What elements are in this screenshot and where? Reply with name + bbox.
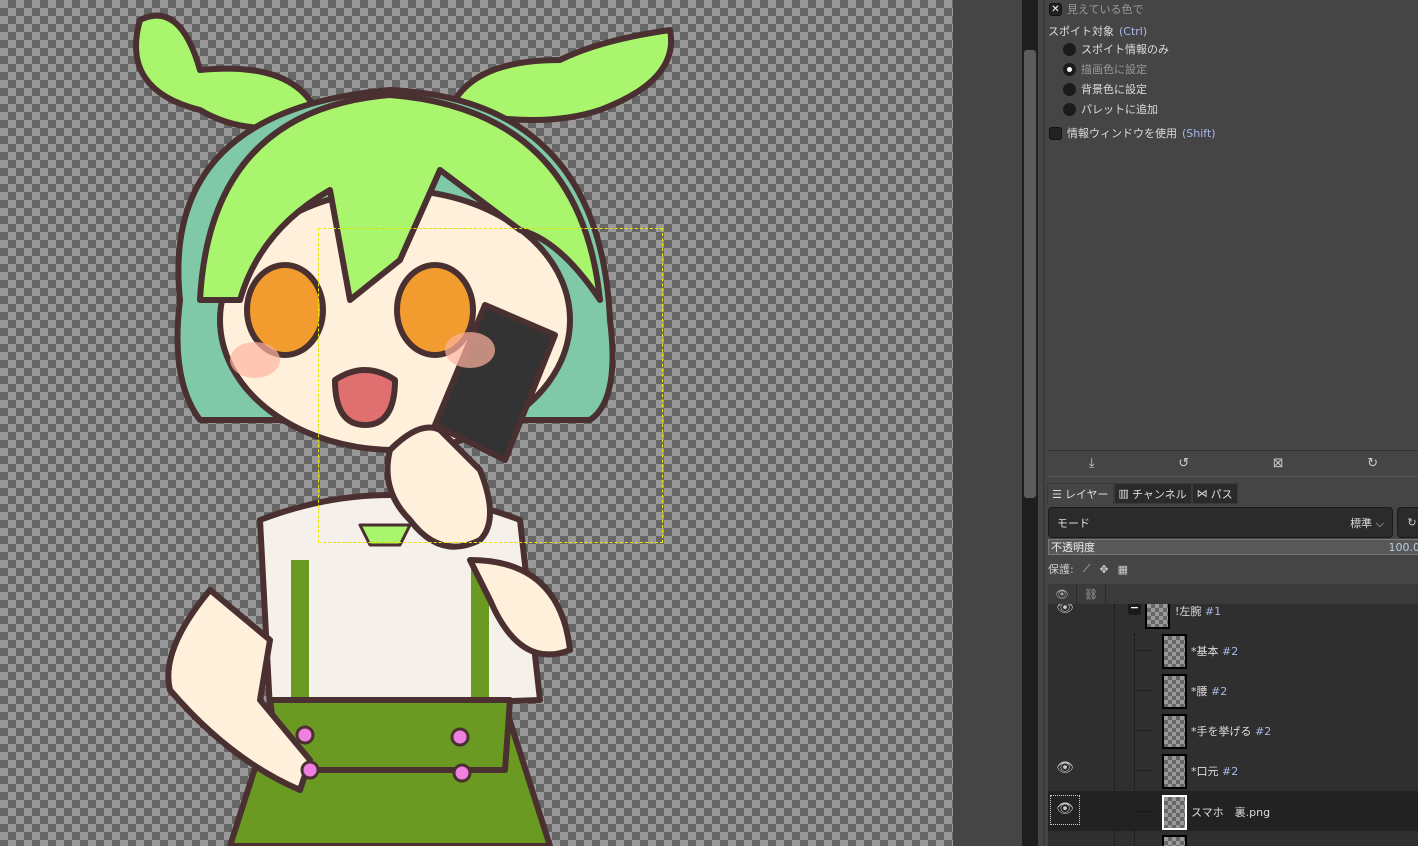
layer-thumbnail	[1162, 634, 1187, 669]
lock-pixels-icon[interactable]: ⟋	[1083, 562, 1091, 576]
pick-target-modifier: (Ctrl)	[1119, 24, 1148, 38]
radio-icon	[1063, 42, 1076, 56]
sample-visible-label: 見えている色で	[1067, 3, 1144, 16]
reset-options-icon[interactable]: ↻	[1367, 456, 1378, 471]
layer-thumbnail	[1162, 835, 1187, 846]
mode-label: モード	[1057, 516, 1090, 530]
layer-row[interactable]: *腰 #2	[1048, 670, 1418, 710]
chevron-down-icon: ⌵	[1375, 516, 1384, 530]
layers-header: 👁 ⛓	[1048, 584, 1418, 604]
info-window-label: 情報ウィンドウを使用	[1067, 127, 1177, 140]
info-window-modifier: (Shift)	[1182, 126, 1216, 140]
canvas-padding	[953, 0, 1023, 846]
layer-name: !左腕 #1	[1175, 605, 1222, 618]
radio-icon	[1063, 102, 1076, 116]
layer-row[interactable]	[1048, 831, 1418, 846]
sample-visible-checkbox[interactable]: ✕ 見えている色で	[1049, 0, 1143, 18]
dock-panel: ✕ 見えている色で スポイト対象 (Ctrl) スポイト情報のみ 描画色に設定 …	[1043, 0, 1418, 846]
radio-pick-only[interactable]: スポイト情報のみ	[1063, 40, 1169, 58]
image-canvas[interactable]	[0, 0, 953, 846]
selection-marquee	[318, 228, 663, 543]
tab-layers[interactable]: ☰ レイヤー	[1047, 483, 1114, 504]
layers-list: 👁 − !左腕 #1 *基本 #2 *腰 #2 *手を挙げる #2 👁 *口元 …	[1048, 604, 1418, 846]
tab-label: パス	[1210, 487, 1233, 501]
layer-name: *手を挙げる #2	[1191, 725, 1272, 738]
opacity-slider[interactable]: 不透明度 100.0	[1048, 539, 1418, 555]
layer-name: スマホ 裏.png	[1191, 806, 1271, 819]
restore-options-icon[interactable]: ↺	[1178, 456, 1189, 471]
radio-icon	[1063, 82, 1076, 96]
channels-icon: ▥	[1118, 487, 1129, 500]
radio-label: スポイト情報のみ	[1081, 43, 1169, 56]
pick-target-label: スポイト対象	[1048, 25, 1114, 38]
tab-label: チャンネル	[1131, 487, 1187, 501]
layers-icon: ☰	[1052, 487, 1062, 501]
layer-thumbnail	[1162, 795, 1187, 830]
checkbox-checked-icon: ✕	[1049, 2, 1062, 16]
radio-label: 背景色に設定	[1081, 83, 1147, 96]
canvas-vertical-scrollbar[interactable]	[1022, 0, 1038, 846]
layer-mode-select[interactable]: モード 標準 ⌵	[1048, 507, 1393, 538]
layer-row-selected[interactable]: 👁 スマホ 裏.png	[1048, 791, 1418, 831]
delete-options-icon[interactable]: ⊠	[1273, 456, 1284, 471]
tab-label: レイヤー	[1064, 488, 1109, 501]
save-options-icon[interactable]: ⤓	[1089, 456, 1095, 471]
tab-paths[interactable]: ⋈ パス	[1191, 483, 1238, 504]
eye-icon[interactable]: 👁	[1054, 604, 1076, 618]
layer-thumbnail	[1162, 674, 1187, 709]
pick-target-heading: スポイト対象 (Ctrl)	[1048, 22, 1147, 40]
opacity-label: 不透明度	[1051, 541, 1095, 554]
radio-label: パレットに追加	[1081, 103, 1158, 116]
mode-value: 標準	[1350, 516, 1373, 530]
radio-set-foreground[interactable]: 描画色に設定	[1063, 60, 1147, 78]
chain-column-icon: ⛓	[1077, 584, 1106, 604]
tool-options-buttons: ⤓ ↺ ⊠ ↻	[1047, 450, 1418, 477]
layer-thumbnail	[1162, 754, 1187, 789]
eye-icon[interactable]: 👁	[1050, 795, 1080, 825]
layer-thumbnail	[1145, 604, 1170, 629]
opacity-value: 100.0	[1388, 540, 1418, 554]
checkbox-unchecked-icon	[1049, 126, 1062, 140]
radio-selected-icon	[1063, 62, 1076, 76]
scrollbar-thumb[interactable]	[1024, 50, 1036, 498]
layer-row[interactable]: 👁 *口元 #2	[1048, 750, 1418, 790]
layer-name: *基本 #2	[1191, 645, 1239, 658]
dock-tabs: ☰ レイヤー ▥ チャンネル ⋈ パス	[1047, 483, 1238, 504]
radio-label: 描画色に設定	[1081, 63, 1147, 76]
info-window-checkbox[interactable]: 情報ウィンドウを使用 (Shift)	[1049, 124, 1216, 142]
lock-label: 保護:	[1048, 563, 1074, 576]
layer-name: *腰 #2	[1191, 685, 1228, 698]
reset-icon: ↻	[1407, 516, 1417, 529]
layer-row[interactable]: *基本 #2	[1048, 630, 1418, 670]
lock-position-icon[interactable]: ✥	[1099, 563, 1108, 576]
lock-row: 保護: ⟋ ✥ ▦	[1048, 561, 1128, 577]
visibility-column-icon: 👁	[1048, 584, 1077, 604]
tab-channels[interactable]: ▥ チャンネル	[1113, 483, 1192, 504]
layer-row[interactable]: 👁 − !左腕 #1	[1048, 604, 1418, 630]
paths-icon: ⋈	[1196, 487, 1208, 500]
collapse-icon[interactable]: −	[1128, 604, 1141, 615]
radio-add-palette[interactable]: パレットに追加	[1063, 100, 1158, 118]
layer-name: *口元 #2	[1191, 765, 1239, 778]
mode-reset-button[interactable]: ↻	[1397, 507, 1418, 538]
lock-alpha-icon[interactable]: ▦	[1118, 563, 1128, 576]
eye-icon[interactable]: 👁	[1054, 760, 1076, 778]
layer-row[interactable]: *手を挙げる #2	[1048, 710, 1418, 750]
radio-set-background[interactable]: 背景色に設定	[1063, 80, 1147, 98]
layer-thumbnail	[1162, 714, 1187, 749]
